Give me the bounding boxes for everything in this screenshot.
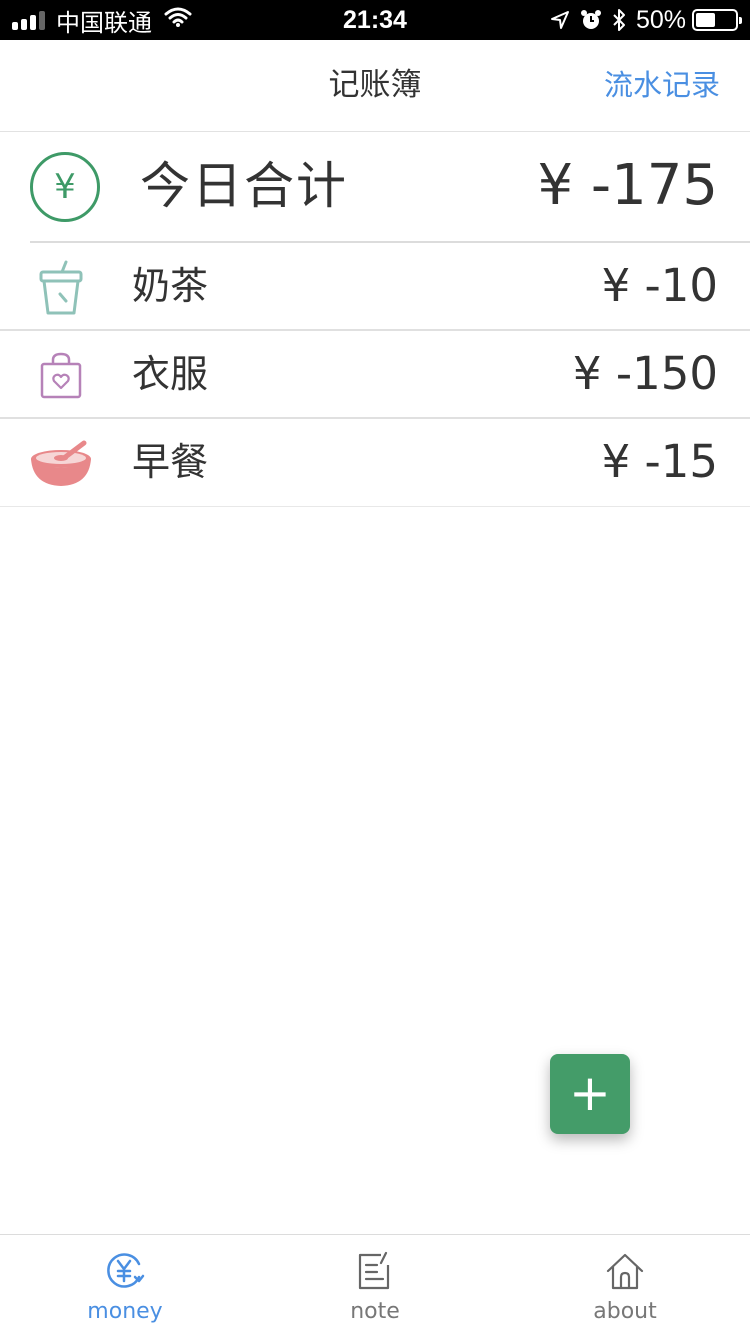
daily-total-label: 今日合计 bbox=[140, 157, 348, 215]
battery-percent: 50% bbox=[635, 5, 686, 34]
milk-tea-cup-icon bbox=[30, 257, 92, 319]
tab-bar: money note about bbox=[0, 1234, 750, 1334]
expense-label: 奶茶 bbox=[132, 264, 209, 308]
home-icon bbox=[603, 1249, 647, 1293]
expense-label: 早餐 bbox=[132, 440, 209, 484]
status-bar-right: 50% bbox=[540, 0, 742, 40]
status-bar: 中国联通 21:34 50% bbox=[0, 0, 750, 40]
daily-total-amount: ¥ -175 bbox=[537, 153, 718, 218]
tab-label: money bbox=[87, 1299, 163, 1324]
tab-about[interactable]: about bbox=[500, 1235, 750, 1334]
tab-label: note bbox=[350, 1299, 400, 1324]
history-link[interactable]: 流水记录 bbox=[604, 40, 720, 132]
note-icon bbox=[353, 1249, 397, 1293]
tab-label: about bbox=[593, 1299, 657, 1324]
expense-amount: ¥ -10 bbox=[601, 259, 718, 312]
battery-icon bbox=[692, 9, 742, 31]
add-expense-button[interactable]: + bbox=[550, 1054, 630, 1134]
tab-note[interactable]: note bbox=[250, 1235, 500, 1334]
expense-amount: ¥ -15 bbox=[601, 435, 718, 488]
expense-label: 衣服 bbox=[132, 352, 209, 396]
bluetooth-icon bbox=[612, 8, 626, 32]
shopping-bag-icon bbox=[30, 345, 92, 407]
expense-amount: ¥ -150 bbox=[572, 347, 718, 400]
breakfast-bowl-icon bbox=[30, 433, 92, 495]
daily-total-row: ¥ 今日合计 ¥ -175 bbox=[0, 132, 750, 242]
expense-row-clothes[interactable]: 衣服 ¥ -150 bbox=[0, 331, 750, 419]
expense-row-breakfast[interactable]: 早餐 ¥ -15 bbox=[0, 419, 750, 507]
yen-circle-icon: ¥ bbox=[30, 152, 100, 222]
tab-money[interactable]: money bbox=[0, 1235, 250, 1334]
alarm-icon bbox=[580, 9, 602, 31]
nav-bar: 记账簿 流水记录 bbox=[0, 40, 750, 132]
expense-row-milk-tea[interactable]: 奶茶 ¥ -10 bbox=[0, 243, 750, 331]
location-icon bbox=[550, 10, 570, 30]
money-icon bbox=[103, 1249, 147, 1293]
